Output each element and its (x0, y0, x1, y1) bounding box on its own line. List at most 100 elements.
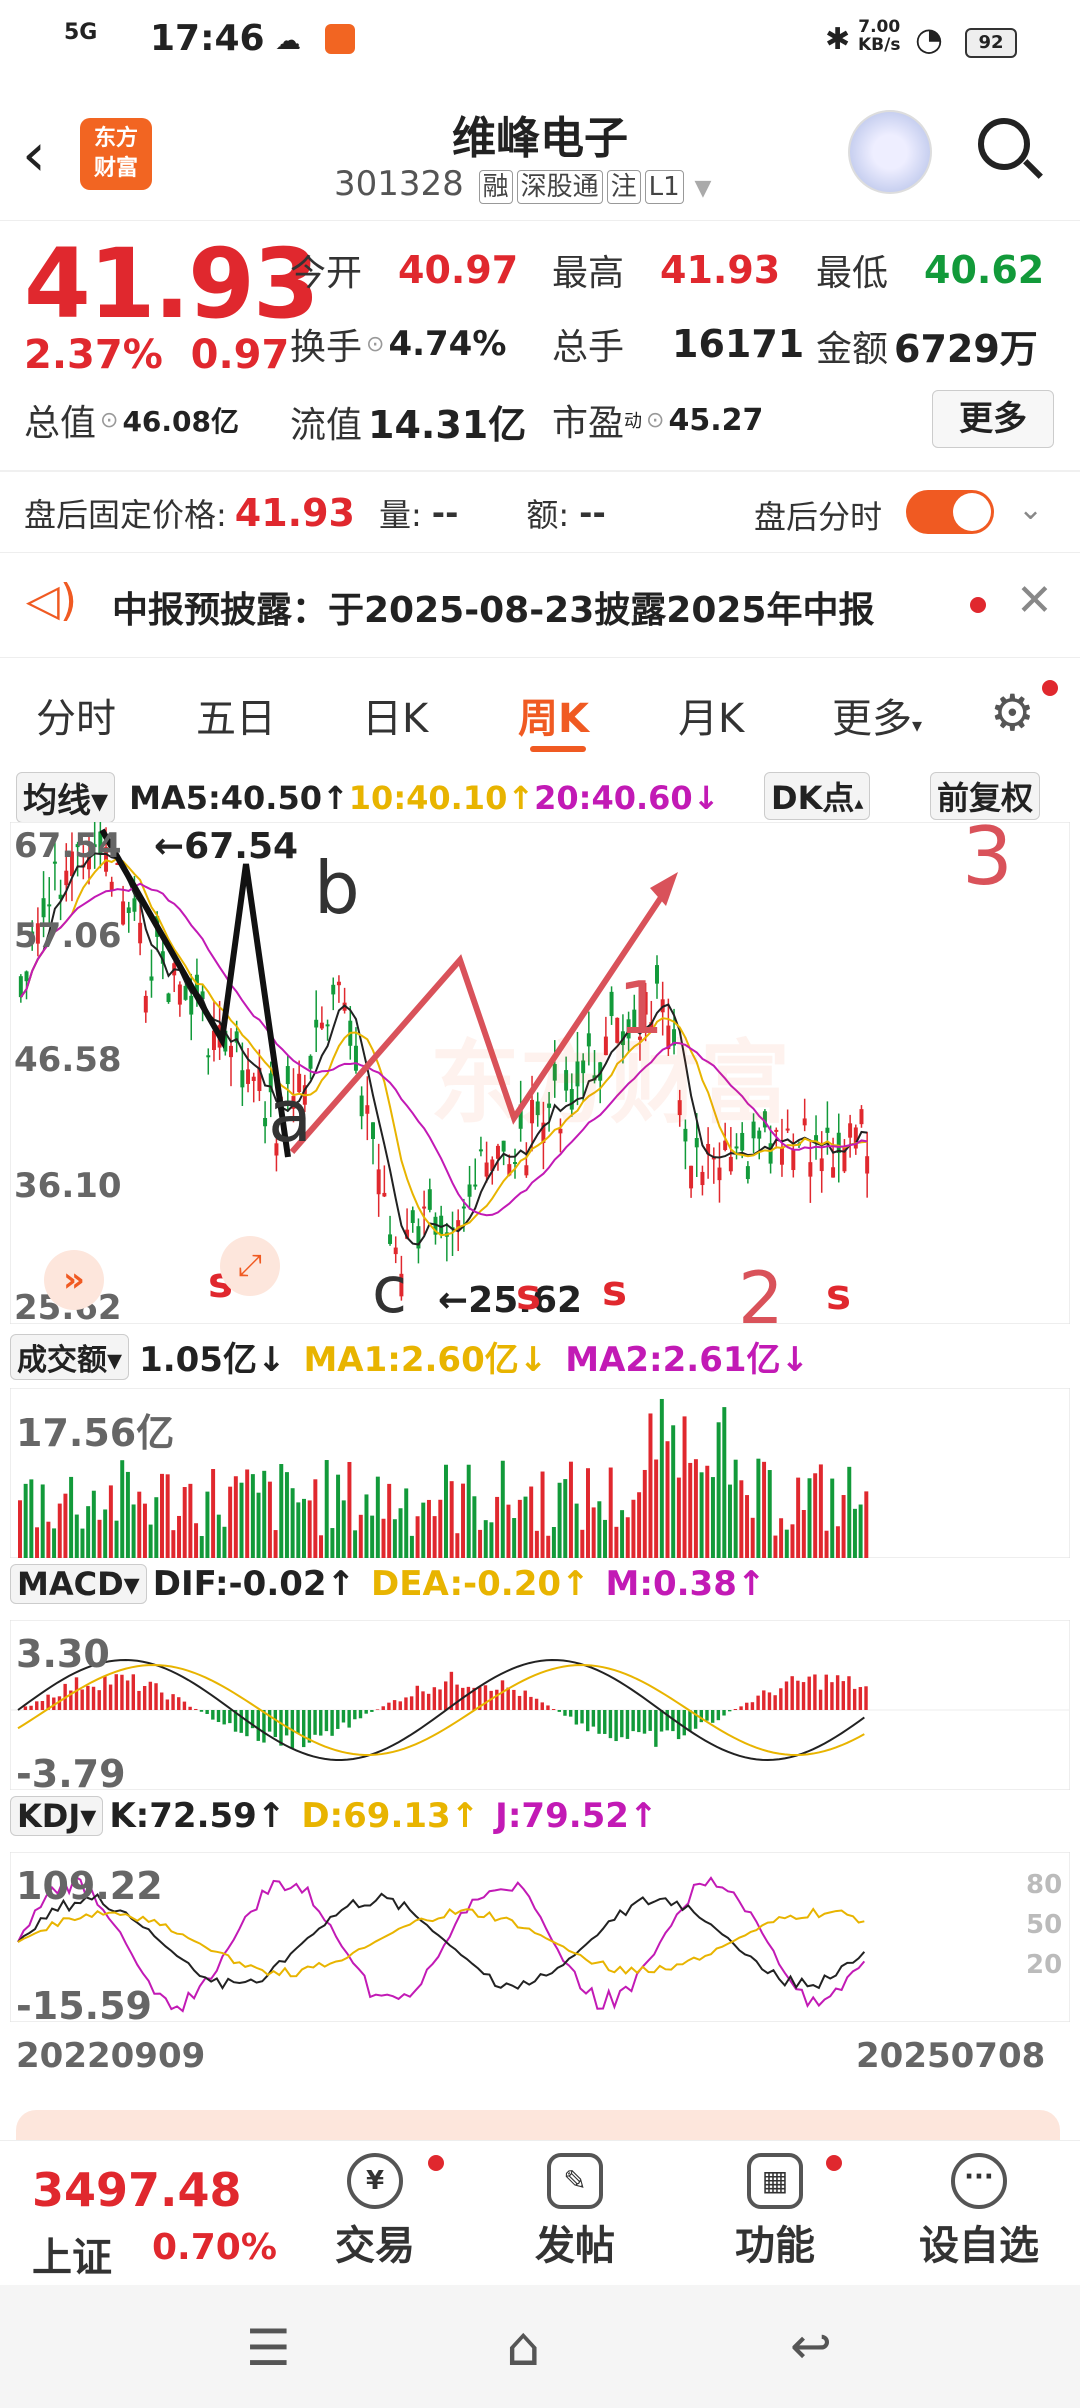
menu-icon[interactable]: ☰ (246, 2319, 291, 2377)
volume-bar (233, 1476, 238, 1558)
indicator-selector-volume[interactable]: 成交额▾ (10, 1333, 130, 1380)
notice-bar[interactable]: ◁) 中报预披露：于2025-08-23披露2025年中报 ✕ (0, 552, 1080, 658)
info-icon[interactable]: ⊙ (646, 408, 664, 433)
macd-bar (256, 1710, 260, 1741)
after-hours-toggle[interactable] (906, 490, 994, 534)
volume-bar (23, 1483, 28, 1558)
macd-bar (835, 1675, 840, 1710)
assistant-avatar[interactable] (848, 110, 932, 194)
post-button[interactable]: ✎ 发帖 (500, 2153, 650, 2271)
macd-bar (654, 1710, 658, 1747)
macd-bar (23, 1706, 28, 1710)
macd-bar (818, 1689, 823, 1710)
info-icon[interactable]: ⊙ (366, 332, 384, 357)
macd-chart[interactable] (10, 1620, 1070, 1790)
tab-daily-k[interactable]: 日K (362, 686, 428, 744)
macd-bar (296, 1710, 300, 1734)
indicator-selector-macd[interactable]: MACD▾ (10, 1564, 147, 1604)
volume-bar (267, 1481, 272, 1558)
candle-body (353, 1045, 358, 1071)
stock-code: 301328 (334, 164, 464, 204)
volume-bar (392, 1519, 397, 1558)
macd-bar (739, 1706, 743, 1710)
signal-s: s (516, 1270, 541, 1319)
volume-bar (517, 1499, 522, 1558)
candle-body (41, 898, 46, 918)
after-hours-qty-label: 量: (379, 496, 422, 534)
change-amt: 0.97 (190, 332, 290, 378)
trade-badge (428, 2155, 444, 2171)
indicator-selector-ma[interactable]: 均线▾ (16, 772, 116, 823)
candle-body (47, 904, 52, 907)
search-icon[interactable] (978, 118, 1030, 170)
macd-bar (506, 1687, 510, 1710)
macd-bar (319, 1710, 323, 1736)
candle-body (189, 995, 194, 1015)
macd-bar (682, 1710, 686, 1736)
stock-code-line[interactable]: 301328 融深股通注 L1 ▼ (334, 164, 711, 204)
trade-button[interactable]: ¥ 交易 (300, 2153, 450, 2271)
volume-bar (137, 1491, 142, 1558)
tab-monthly-k[interactable]: 月K (678, 686, 744, 744)
unread-dot (970, 597, 986, 613)
volume-bar (404, 1488, 409, 1558)
candle-body (371, 1122, 375, 1139)
volume-bar (705, 1465, 710, 1558)
after-hours-amt-label: 额: (526, 496, 570, 534)
functions-button[interactable]: ▦ 功能 (700, 2153, 850, 2271)
volume-bar (52, 1528, 57, 1558)
macd-bar (557, 1710, 562, 1712)
macd-bar (852, 1688, 857, 1710)
app-notification-icon (325, 24, 355, 54)
volume-bar (222, 1526, 227, 1558)
indicator-selector-kdj[interactable]: KDJ▾ (10, 1796, 104, 1836)
more-button[interactable]: 更多 (932, 390, 1054, 448)
close-icon[interactable]: ✕ (1016, 575, 1053, 626)
kdj-chart[interactable] (10, 1852, 1070, 2022)
info-icon[interactable]: ⊙ (100, 408, 118, 433)
macd-bar (245, 1710, 249, 1737)
macd-bar (699, 1710, 704, 1723)
candle-body (853, 1127, 858, 1149)
candle-body (64, 870, 69, 886)
volume-bar (398, 1508, 403, 1558)
tab-more-label: 更多 (832, 696, 912, 742)
kdj-d: D:69.13↑ (301, 1796, 480, 1836)
home-icon[interactable]: ⌂ (506, 2315, 540, 2378)
gear-icon[interactable]: ⚙ (990, 684, 1035, 742)
quote-row-1: 今开 40.97 (290, 244, 518, 296)
tab-intraday[interactable]: 分时 (36, 686, 116, 744)
dk-point-button[interactable]: DK点▴ (764, 772, 871, 820)
macd-bar (796, 1680, 800, 1710)
functions-label: 功能 (735, 2223, 815, 2269)
volume-bar (728, 1484, 732, 1558)
fast-forward-icon[interactable]: » (44, 1250, 104, 1310)
volume-bar (336, 1474, 341, 1558)
float-group: 流值 14.31亿 (290, 394, 526, 449)
high-value: 41.93 (660, 248, 781, 292)
chevron-down-icon[interactable]: ⌄ (1018, 492, 1043, 527)
tab-more[interactable]: 更多▾ (832, 686, 922, 744)
tab-five-day[interactable]: 五日 (196, 686, 276, 744)
volume-bar (665, 1441, 670, 1558)
tab-weekly-k[interactable]: 周K (518, 686, 589, 744)
index-value[interactable]: 3497.48 (32, 2163, 242, 2217)
index-name[interactable]: 上证 (32, 2225, 112, 2283)
add-watchlist-button[interactable]: ··· 设自选 (904, 2153, 1054, 2271)
macd-bar (659, 1710, 664, 1732)
index-pct[interactable]: 0.70% (152, 2227, 277, 2268)
back-icon[interactable]: ↩ (790, 2317, 832, 2375)
ma-selector-label: 均线 (23, 781, 91, 821)
expand-icon[interactable]: ⤢ (220, 1236, 280, 1296)
candle-body (177, 984, 182, 1005)
mktcap-value: 46.08亿 (122, 405, 240, 438)
volume-bar (296, 1502, 301, 1558)
float-value: 14.31亿 (368, 403, 527, 447)
volume-bar (205, 1491, 210, 1558)
volume-bar (194, 1523, 199, 1558)
macd-axis-top: 3.30 (16, 1632, 110, 1676)
volume-bar (284, 1472, 289, 1558)
macd-bar (517, 1695, 522, 1710)
volume-value: 16171 (672, 322, 805, 366)
macd-bar (790, 1676, 794, 1710)
